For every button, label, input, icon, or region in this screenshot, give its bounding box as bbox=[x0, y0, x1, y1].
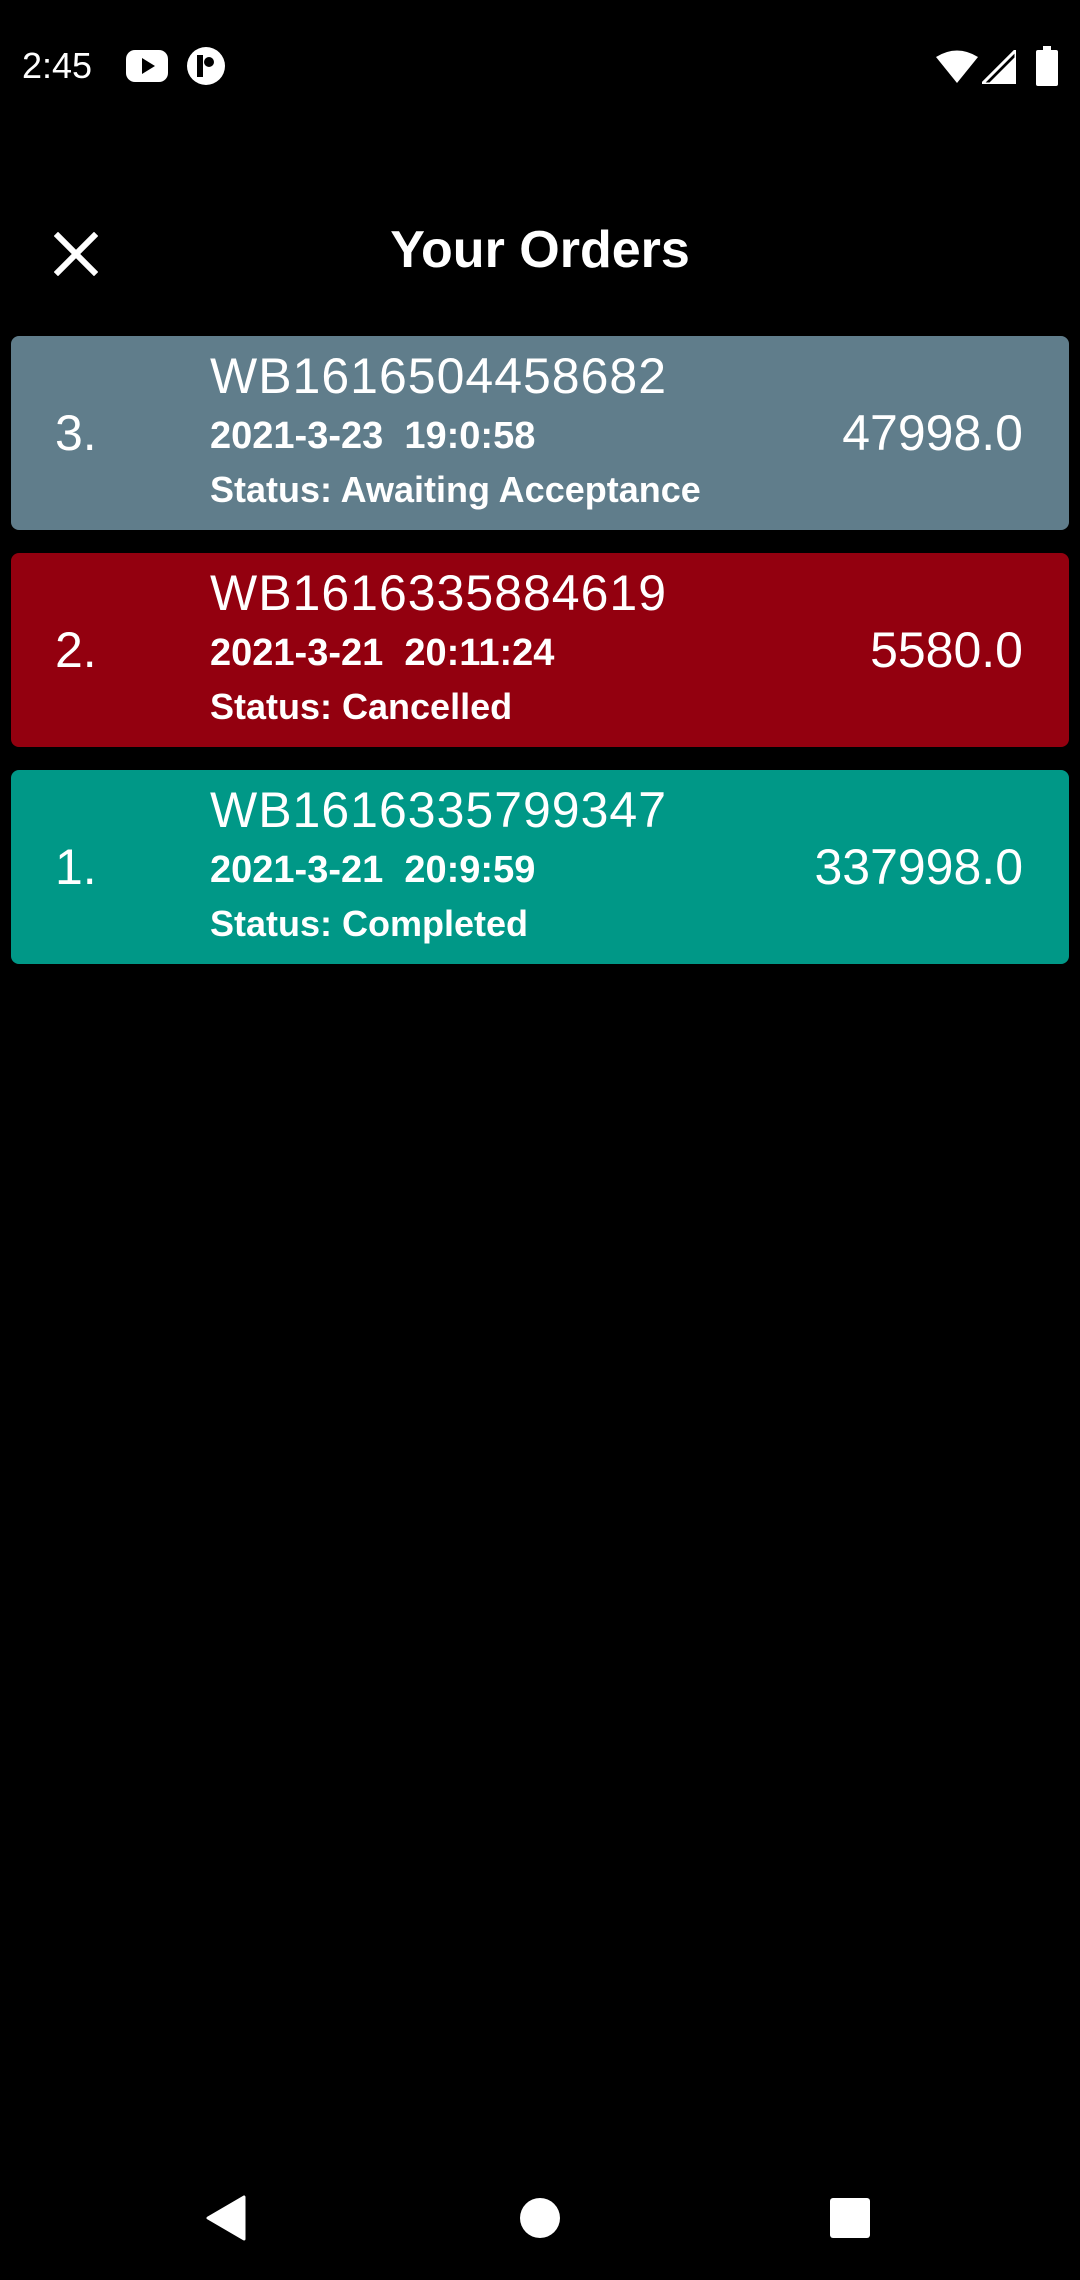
wifi-icon bbox=[936, 50, 978, 84]
order-datetime: 2021-3-23 19:0:58 bbox=[210, 415, 536, 457]
home-button[interactable] bbox=[510, 2190, 570, 2250]
back-icon bbox=[206, 2195, 246, 2246]
status-bar: 2:45 bbox=[0, 0, 1080, 132]
order-amount: 5580.0 bbox=[870, 622, 1023, 678]
page-title: Your Orders bbox=[390, 221, 690, 279]
navigation-bar bbox=[0, 2160, 1080, 2280]
recents-icon bbox=[829, 2197, 871, 2244]
home-icon bbox=[519, 2197, 561, 2244]
app-bar: Your Orders bbox=[0, 200, 1080, 300]
order-status: Status: Awaiting Acceptance bbox=[210, 469, 701, 510]
order-card[interactable]: 3. WB1616504458682 2021-3-23 19:0:58 Sta… bbox=[11, 336, 1069, 530]
order-card[interactable]: 1. WB1616335799347 2021-3-21 20:9:59 Sta… bbox=[11, 770, 1069, 964]
status-time: 2:45 bbox=[22, 45, 93, 86]
order-amount: 47998.0 bbox=[842, 405, 1023, 461]
order-index: 3. bbox=[55, 405, 97, 461]
battery-icon bbox=[1036, 46, 1058, 86]
order-id: WB1616335884619 bbox=[210, 565, 668, 621]
orders-list: 3. WB1616504458682 2021-3-23 19:0:58 Sta… bbox=[11, 336, 1069, 987]
order-datetime: 2021-3-21 20:9:59 bbox=[210, 849, 536, 891]
order-amount: 337998.0 bbox=[814, 839, 1023, 895]
recents-button[interactable] bbox=[820, 2190, 880, 2250]
cell-signal-icon bbox=[978, 46, 1018, 86]
order-datetime: 2021-3-21 20:11:24 bbox=[210, 632, 555, 674]
order-status: Status: Cancelled bbox=[210, 686, 513, 727]
order-id: WB1616504458682 bbox=[210, 348, 668, 404]
pi-app-icon bbox=[186, 46, 226, 86]
order-index: 1. bbox=[55, 839, 97, 895]
back-button[interactable] bbox=[196, 2190, 256, 2250]
order-card[interactable]: 2. WB1616335884619 2021-3-21 20:11:24 St… bbox=[11, 553, 1069, 747]
order-id: WB1616335799347 bbox=[210, 782, 668, 838]
order-status: Status: Completed bbox=[210, 903, 529, 944]
youtube-icon bbox=[126, 50, 168, 82]
order-index: 2. bbox=[55, 622, 97, 678]
